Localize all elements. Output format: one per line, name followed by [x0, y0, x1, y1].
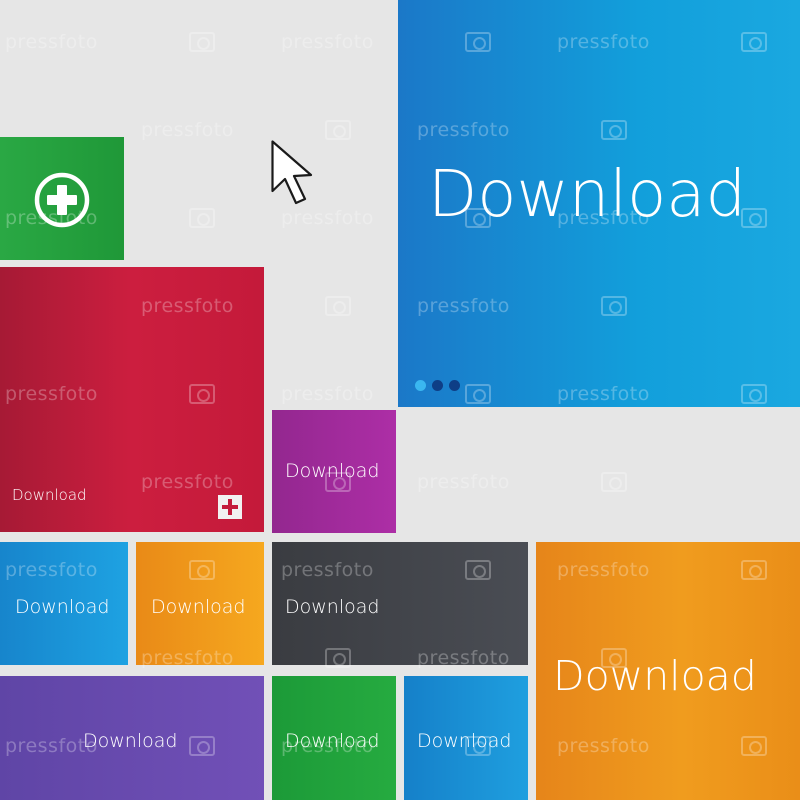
- watermark-text: pressfoto: [5, 31, 98, 53]
- download-tile-blue-bottom[interactable]: Download: [404, 676, 528, 800]
- add-tile[interactable]: [0, 137, 124, 260]
- download-label: Download: [151, 596, 246, 618]
- watermark-camera-icon: [325, 120, 351, 140]
- download-tile-green-small[interactable]: Download: [272, 676, 396, 800]
- page-dot-active: [415, 380, 426, 391]
- page-dot: [432, 380, 443, 391]
- download-tile-large-blue[interactable]: Download: [398, 0, 800, 407]
- download-label: Download: [285, 460, 380, 482]
- download-tile-purple[interactable]: Download: [0, 676, 264, 800]
- arrow-cursor-icon: [271, 140, 313, 205]
- download-label: Download: [553, 652, 757, 700]
- watermark-text: pressfoto: [281, 31, 374, 53]
- download-label: Download: [285, 596, 380, 618]
- download-label: Download: [417, 730, 512, 752]
- download-tile-blue-small[interactable]: Download: [0, 542, 128, 665]
- watermark-camera-icon: [189, 208, 215, 228]
- download-label: Download: [428, 158, 747, 232]
- watermark-text: pressfoto: [417, 471, 510, 493]
- watermark-camera-icon: [189, 32, 215, 52]
- download-tile-red[interactable]: Download: [0, 267, 264, 532]
- plus-circle-icon: [34, 172, 90, 228]
- plus-square-icon: [218, 495, 242, 519]
- download-label: Download: [83, 730, 178, 752]
- download-tile-dark[interactable]: Download: [272, 542, 528, 665]
- download-tile-magenta[interactable]: Download: [272, 410, 396, 533]
- download-label: Download: [12, 486, 87, 504]
- watermark-text: pressfoto: [141, 119, 234, 141]
- download-tile-orange-small[interactable]: Download: [136, 542, 264, 665]
- download-tile-large-orange[interactable]: Download: [536, 542, 800, 800]
- page-dot: [449, 380, 460, 391]
- download-label: Download: [285, 730, 380, 752]
- download-label: Download: [15, 596, 110, 618]
- watermark-camera-icon: [325, 296, 351, 316]
- watermark-text: pressfoto: [281, 383, 374, 405]
- watermark-camera-icon: [601, 472, 627, 492]
